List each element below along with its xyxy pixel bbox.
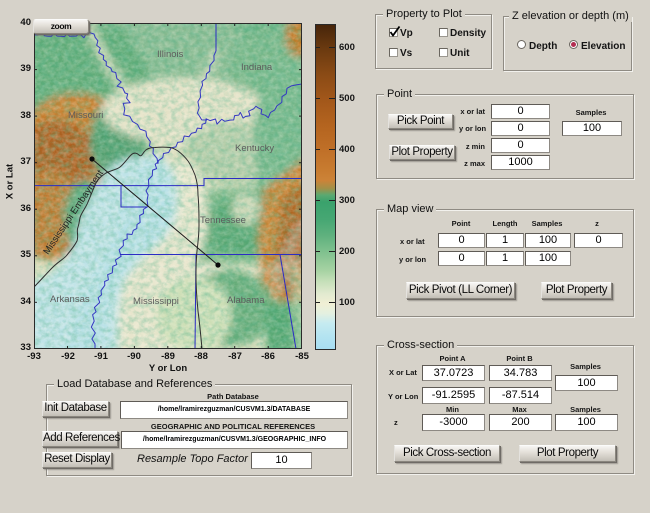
svg-text:Missouri: Missouri (68, 110, 103, 121)
svg-text:Tennessee: Tennessee (200, 215, 246, 226)
svg-text:Arkansas: Arkansas (50, 294, 90, 305)
svg-text:Indiana: Indiana (241, 62, 273, 73)
svg-text:Illinois: Illinois (157, 49, 184, 60)
svg-text:Alabama: Alabama (227, 295, 265, 306)
svg-text:Mississippi: Mississippi (133, 296, 179, 307)
svg-text:Kentucky: Kentucky (235, 143, 274, 154)
